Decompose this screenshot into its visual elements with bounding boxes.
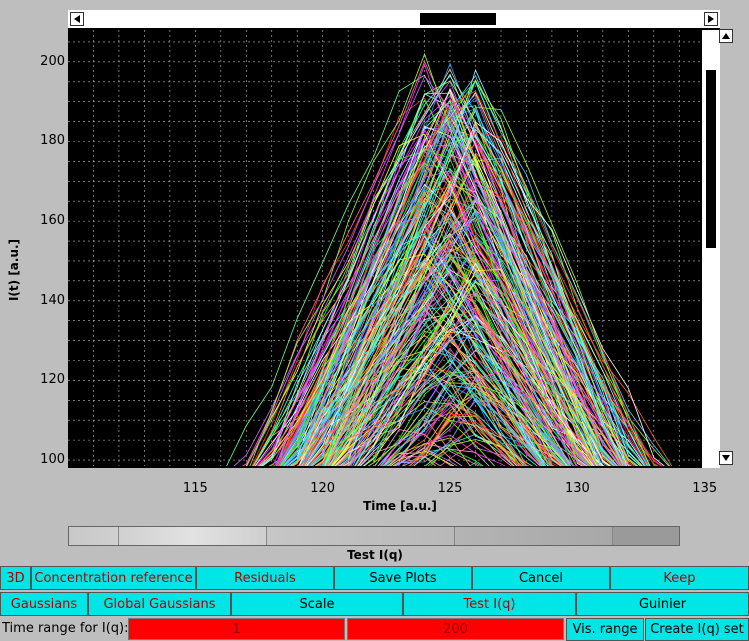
- y-axis-label: I(t) [a.u.]: [7, 238, 21, 302]
- residuals-button[interactable]: Residuals: [196, 566, 334, 590]
- y-tick-label: 100: [40, 452, 65, 468]
- guinier-button[interactable]: Guinier: [576, 592, 749, 616]
- y-tick-label: 200: [40, 53, 65, 69]
- x-axis-label: Time [a.u.]: [363, 499, 437, 513]
- scroll-up-arrow-icon[interactable]: [719, 29, 733, 43]
- slider-label: Test I(q): [347, 548, 403, 562]
- scrollbar-track-top: [68, 10, 720, 28]
- test-iq-slider[interactable]: [68, 526, 680, 546]
- gaussians-button[interactable]: Gaussians: [0, 592, 88, 616]
- x-tick-label: 130: [564, 481, 590, 496]
- scroll-right-arrow-icon[interactable]: [704, 12, 718, 26]
- keep-button[interactable]: Keep: [610, 566, 749, 590]
- concentration-reference-button[interactable]: Concentration reference: [31, 566, 196, 590]
- scrollbar-thumb-right: [706, 70, 716, 248]
- vis-range-button[interactable]: Vis. range: [566, 618, 644, 641]
- scrollbar-thumb-top: [420, 13, 496, 25]
- y-tick-label: 160: [40, 213, 65, 229]
- plot-area[interactable]: [68, 10, 720, 468]
- time-range-from-field[interactable]: 1: [128, 618, 345, 640]
- y-tick-label: 120: [40, 372, 65, 388]
- scroll-down-arrow-icon[interactable]: [719, 451, 733, 465]
- test-iq-button[interactable]: Test I(q): [403, 592, 576, 616]
- scroll-left-arrow-icon[interactable]: [70, 12, 84, 26]
- x-tick-label: 135: [692, 481, 718, 496]
- y-tick-label: 180: [40, 133, 65, 149]
- x-tick-label: 120: [310, 481, 336, 496]
- 3d-button[interactable]: 3D: [0, 566, 31, 590]
- cancel-button[interactable]: Cancel: [472, 566, 610, 590]
- y-tick-label: 140: [40, 292, 65, 308]
- time-range-to-field[interactable]: 200: [347, 618, 564, 640]
- x-tick-label: 115: [182, 481, 208, 496]
- global-gaussians-button[interactable]: Global Gaussians: [88, 592, 231, 616]
- save-plots-button[interactable]: Save Plots: [334, 566, 472, 590]
- time-range-label: Time range for I(q):: [2, 621, 129, 636]
- scale-button[interactable]: Scale: [231, 592, 403, 616]
- create-iq-set-button[interactable]: Create I(q) set: [645, 618, 749, 641]
- x-tick-label: 125: [437, 481, 463, 496]
- chart-svg: [68, 10, 720, 468]
